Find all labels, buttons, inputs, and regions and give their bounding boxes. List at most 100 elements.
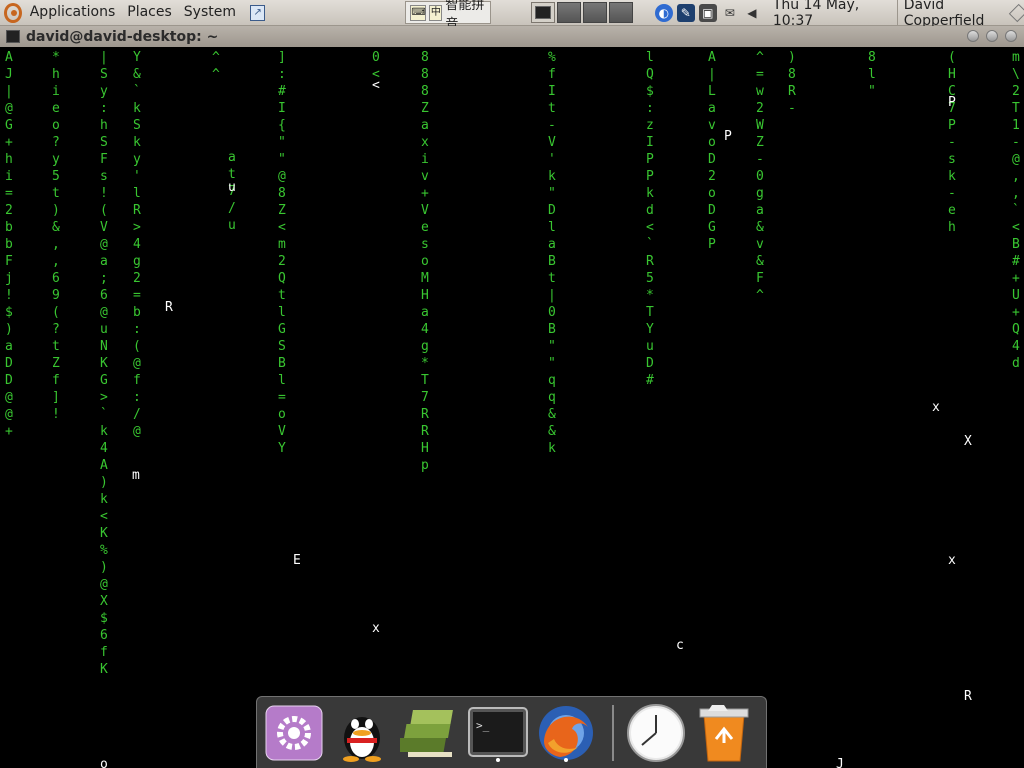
menu-system[interactable]: System [178,0,242,25]
matrix-char: G [278,322,286,337]
ubuntu-logo-icon[interactable] [4,2,22,23]
workspace-2-button[interactable] [556,2,581,23]
matrix-char: 0 [372,50,380,65]
close-button[interactable] [1005,30,1017,42]
books-app-icon[interactable] [399,703,461,763]
matrix-char: , [52,254,60,269]
display-icon[interactable]: ▣ [698,3,717,22]
matrix-char: V [100,220,108,235]
matrix-char: L [708,84,716,99]
matrix-char: H [948,67,956,82]
matrix-char: g [133,254,141,269]
matrix-char: @ [133,424,141,439]
matrix-char: ` [100,407,108,422]
matrix-highlight-char: P [948,95,956,110]
matrix-char: % [548,50,556,65]
matrix-char: : [646,101,654,116]
matrix-char: f [52,373,60,388]
volume-icon[interactable]: ◀ [743,4,761,22]
task-terminal-button[interactable] [530,2,555,23]
user-menu[interactable]: David Copperfield [896,0,1024,29]
matrix-char: s [421,237,429,252]
matrix-char: + [1012,271,1020,286]
matrix-char: { [278,118,286,133]
matrix-char: l [133,186,141,201]
mail-icon[interactable]: ✉ [721,4,739,22]
matrix-char: S [100,67,108,82]
matrix-char: & [756,254,764,269]
minimize-button[interactable] [967,30,979,42]
matrix-char: V [421,203,429,218]
matrix-highlight-char: x [932,400,940,415]
matrix-char: j [5,271,13,286]
firefox-running-indicator [564,758,568,762]
matrix-char: - [788,101,796,116]
matrix-char: P [646,169,654,184]
matrix-char: Z [421,101,429,116]
clock[interactable]: Thu 14 May, 10:37 [773,0,883,29]
menu-applications[interactable]: Applications [24,0,122,25]
matrix-char: S [100,135,108,150]
matrix-char: ( [133,339,141,354]
matrix-char: k [548,169,556,184]
matrix-char: W [756,118,764,133]
matrix-char: ] [52,390,60,405]
matrix-char: b [133,305,141,320]
edit-notes-icon[interactable]: ✎ [676,3,695,22]
matrix-char: H [421,288,429,303]
matrix-char: ! [100,186,108,201]
matrix-char: - [756,152,764,167]
trash-app-icon[interactable] [693,703,755,763]
workspace-4-button[interactable] [608,2,633,23]
matrix-char: , [1012,169,1020,184]
matrix-char: 5 [52,169,60,184]
menu-places[interactable]: Places [121,0,178,25]
matrix-char: G [100,373,108,388]
matrix-highlight-char: P [724,129,732,144]
matrix-char: " [548,339,556,354]
matrix-char: : [278,67,286,82]
matrix-char: $ [5,305,13,320]
matrix-char: B [278,356,286,371]
matrix-char: G [708,220,716,235]
settings-app-icon[interactable] [263,703,325,763]
matrix-highlight-char: < [372,78,380,93]
qq-app-icon[interactable] [331,703,393,763]
matrix-char: a [421,118,429,133]
terminal-output[interactable]: A J | @ G + h i = 2 b b Fj! $) a D D @ @ + * h i e o? y 5 t) &,, 6 9(?… [0,47,1024,768]
matrix-char: a [228,150,236,165]
matrix-char: h [100,118,108,133]
workspace-3-button[interactable] [582,2,607,23]
matrix-char: > [133,220,141,235]
matrix-char: & [52,220,60,235]
matrix-char: " [548,356,556,371]
matrix-char: u [646,339,654,354]
matrix-char: ; [100,271,108,286]
firefox-app-icon[interactable] [535,703,597,763]
matrix-char: o [52,118,60,133]
matrix-char: Y [278,441,286,456]
matrix-char: F [100,152,108,167]
matrix-char: o [708,186,716,201]
ime-indicator[interactable]: ⌨ 中 智能拼音 [405,0,491,32]
matrix-char: I [548,84,556,99]
matrix-char: t [548,271,556,286]
matrix-char: u [228,218,236,233]
terminal-titlebar[interactable]: david@david-desktop: ~ [0,26,1024,47]
clock-app-icon[interactable] [625,703,687,763]
matrix-char: f [100,645,108,660]
matrix-char: " [548,186,556,201]
power-icon[interactable] [1008,3,1024,22]
show-desktop-icon[interactable]: ↗ [250,4,266,21]
window-list [530,2,633,23]
matrix-char: 8 [278,186,286,201]
maximize-button[interactable] [986,30,998,42]
matrix-char: : [100,101,108,116]
terminal-app-icon[interactable]: >_ [467,703,529,763]
matrix-char: g [756,186,764,201]
matrix-char: | [708,67,716,82]
matrix-char: 1 [1012,118,1020,133]
window-title: david@david-desktop: ~ [26,28,219,45]
network-applet-icon[interactable]: ◐ [654,3,673,22]
matrix-char: = [756,67,764,82]
